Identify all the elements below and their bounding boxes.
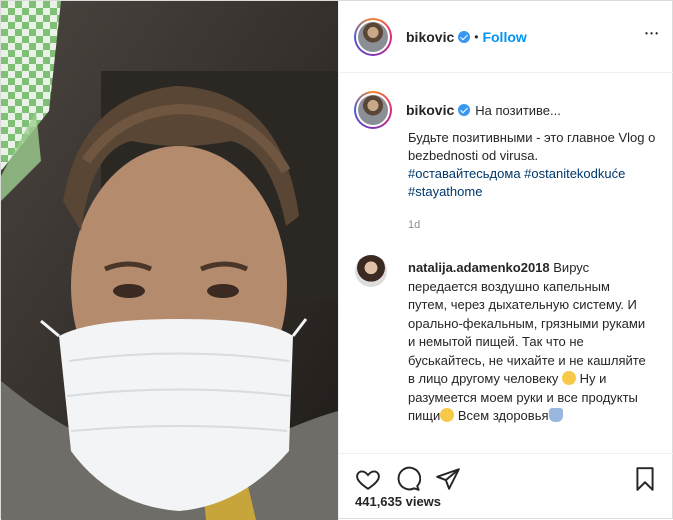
comments-section: bikovic На позитиве... Будьте позитивным… xyxy=(339,73,673,453)
verified-badge-icon xyxy=(458,30,471,43)
caption-text: Будьте позитивными - это главное Vlog o … xyxy=(408,130,656,163)
comment-avatar[interactable] xyxy=(355,255,387,287)
comment: natalija.adamenko2018 Вирус передается в… xyxy=(408,259,650,426)
bookmark-icon[interactable] xyxy=(632,466,658,492)
hashtag-link[interactable]: #stayathome xyxy=(408,184,482,199)
caption-header: bikovic На позитиве... xyxy=(354,91,561,129)
video-player[interactable] xyxy=(1,1,338,520)
grinning-emoji-icon xyxy=(562,371,577,385)
view-count[interactable]: 441,635 views xyxy=(355,494,441,509)
comment-text-3: Всем здоровья xyxy=(457,408,549,423)
separator-dot: • xyxy=(474,29,479,44)
instagram-post: bikovic • Follow • • • bikovic На позити… xyxy=(0,0,673,520)
caption-title: На позитиве... xyxy=(475,102,561,118)
post-time[interactable]: 1d xyxy=(408,219,420,231)
post-header: bikovic • Follow • • • xyxy=(339,1,673,73)
verified-badge-icon xyxy=(458,104,471,116)
avatar[interactable] xyxy=(354,17,392,56)
share-icon[interactable] xyxy=(435,466,461,492)
caption-avatar[interactable] xyxy=(354,91,392,129)
follow-button[interactable]: Follow xyxy=(482,29,526,45)
hashtag-link[interactable]: #оставайтесьдома xyxy=(408,166,521,181)
hashtag-link[interactable]: #ostanitekodkuće xyxy=(524,166,625,181)
post-side-panel: bikovic • Follow • • • bikovic На позити… xyxy=(338,1,673,520)
video-frame xyxy=(1,1,338,520)
comment-username[interactable]: natalija.adamenko2018 xyxy=(408,260,550,275)
post-actions: 441,635 views xyxy=(339,453,673,520)
username-link[interactable]: bikovic xyxy=(406,29,454,45)
comment-text: Вирус передается воздушно капельным путе… xyxy=(408,260,646,386)
praying-hands-emoji-icon xyxy=(548,408,563,422)
heart-icon[interactable] xyxy=(355,466,381,492)
caption-body: Будьте позитивными - это главное Vlog o … xyxy=(408,129,658,201)
comment-icon[interactable] xyxy=(395,466,421,492)
caption-username[interactable]: bikovic xyxy=(406,102,454,118)
more-options-icon[interactable]: • • • xyxy=(645,29,658,38)
smiling-emoji-icon xyxy=(440,408,455,422)
